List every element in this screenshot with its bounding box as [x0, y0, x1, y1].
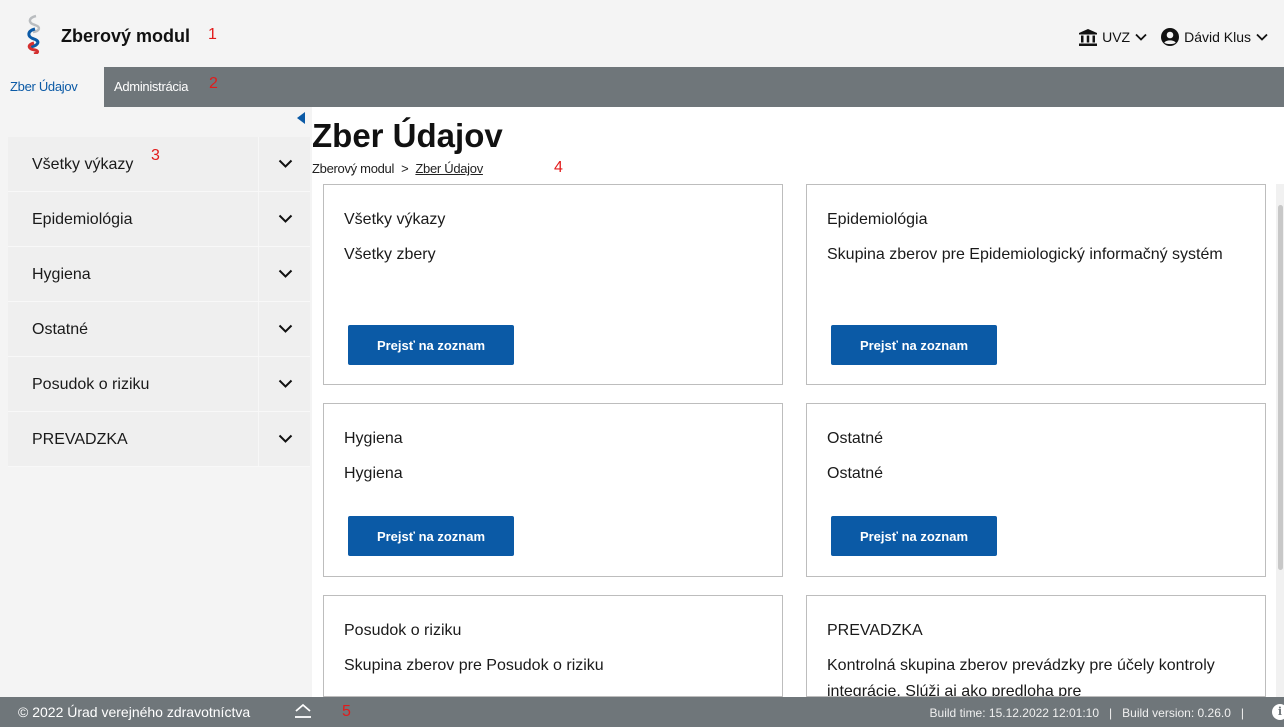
card-epidemiologia: Epidemiológia Skupina zberov pre Epidemi… — [806, 184, 1266, 385]
page-title: Zber Údajov — [312, 117, 503, 154]
go-to-list-button[interactable]: Prejsť na zoznam — [831, 516, 997, 556]
divider — [258, 357, 259, 411]
divider: | — [1240, 706, 1244, 720]
build-version: Build version: 0.26.0 — [1122, 706, 1231, 720]
divider — [258, 192, 259, 246]
card-hygiena: Hygiena Hygiena Prejsť na zoznam — [323, 403, 783, 577]
go-to-list-button[interactable]: Prejsť na zoznam — [348, 516, 514, 556]
scrollbar-thumb[interactable] — [1278, 205, 1283, 570]
divider: | — [1109, 706, 1113, 720]
chevron-down-icon[interactable] — [278, 159, 293, 169]
app-logo-icon[interactable] — [22, 14, 46, 54]
sidebar-item-vsetky-vykazy[interactable]: Všetky výkazy 3 — [8, 137, 310, 192]
app-header: Zberový modul 1 UVZ Dávid Klus — [0, 0, 1284, 67]
chevron-down-icon[interactable] — [278, 324, 293, 334]
card-title: PREVADZKA — [827, 622, 923, 639]
card-title: Epidemiológia — [827, 211, 928, 228]
organization-dropdown[interactable]: UVZ — [1079, 28, 1147, 46]
card-prevadzka: PREVADZKA Kontrolná skupina zberov prevá… — [806, 595, 1266, 697]
sidebar-menu: Všetky výkazy 3 Epidemiológia Hygiena Os… — [8, 137, 310, 467]
building-columns-icon — [1079, 28, 1098, 46]
sidebar-item-label: PREVADZKA — [32, 431, 128, 448]
card-title: Všetky výkazy — [344, 211, 446, 228]
breadcrumb: Zberový modul > Zber Údajov — [312, 161, 483, 176]
tab-administracia[interactable]: Administrácia — [104, 67, 198, 107]
go-to-list-button[interactable]: Prejsť na zoznam — [348, 325, 514, 365]
chevron-down-icon[interactable] — [278, 379, 293, 389]
main-nav: Zber Údajov Administrácia 2 — [0, 67, 1284, 107]
user-circle-icon — [1161, 28, 1180, 46]
breadcrumb-separator: > — [401, 161, 409, 176]
card-title: Ostatné — [827, 430, 884, 447]
divider — [258, 137, 259, 191]
chevron-down-icon[interactable] — [278, 434, 293, 444]
divider — [258, 302, 259, 356]
sidebar-item-epidemiologia[interactable]: Epidemiológia — [8, 192, 310, 247]
breadcrumb-current[interactable]: Zber Údajov — [415, 161, 483, 176]
go-to-list-button[interactable]: Prejsť na zoznam — [831, 325, 997, 365]
sidebar-collapse-icon[interactable] — [297, 112, 305, 124]
sidebar-item-label: Ostatné — [32, 321, 89, 338]
sidebar-item-prevadzka[interactable]: PREVADZKA — [8, 412, 310, 467]
chevron-up-icon[interactable] — [293, 702, 313, 720]
sidebar-item-ostatne[interactable]: Ostatné — [8, 302, 310, 357]
annotation-number: 2 — [209, 75, 218, 92]
divider — [258, 247, 259, 301]
user-menu[interactable]: Dávid Klus — [1161, 28, 1268, 46]
sidebar-item-label: Všetky výkazy — [32, 156, 134, 173]
sidebar: Všetky výkazy 3 Epidemiológia Hygiena Os… — [0, 107, 312, 697]
chevron-down-icon[interactable] — [278, 214, 293, 224]
card-vsetky-vykazy: Všetky výkazy Všetky zbery Prejsť na zoz… — [323, 184, 783, 385]
sidebar-item-posudok-o-riziku[interactable]: Posudok o riziku — [8, 357, 310, 412]
card-title: Posudok o riziku — [344, 622, 462, 639]
annotation-number: 1 — [208, 26, 217, 43]
breadcrumb-root[interactable]: Zberový modul — [312, 161, 394, 176]
tab-zber-udajov[interactable]: Zber Údajov — [0, 67, 104, 107]
info-icon[interactable]: i — [1272, 704, 1284, 720]
card-description: Ostatné — [827, 465, 884, 482]
chevron-down-icon — [1135, 33, 1147, 41]
app-title[interactable]: Zberový modul — [61, 26, 190, 47]
sidebar-item-label: Posudok o riziku — [32, 376, 150, 393]
header-actions: UVZ Dávid Klus — [1065, 28, 1268, 46]
organization-label: UVZ — [1102, 29, 1131, 45]
user-name: Dávid Klus — [1184, 29, 1251, 45]
card-description: Skupina zberov pre Posudok o riziku — [344, 657, 604, 674]
card-posudok-o-riziku: Posudok o riziku Skupina zberov pre Posu… — [323, 595, 783, 697]
chevron-down-icon — [1256, 33, 1268, 41]
card-description: Všetky zbery — [344, 246, 436, 263]
annotation-number: 5 — [342, 703, 351, 720]
card-ostatne: Ostatné Ostatné Prejsť na zoznam — [806, 403, 1266, 577]
divider — [258, 412, 259, 466]
card-description: Hygiena — [344, 465, 403, 482]
annotation-number: 4 — [554, 159, 563, 176]
chevron-down-icon[interactable] — [278, 269, 293, 279]
card-description: Kontrolná skupina zberov prevádzky pre ú… — [827, 657, 1215, 697]
footer: © 2022 Úrad verejného zdravotníctva 5 Bu… — [0, 697, 1284, 727]
copyright-text: © 2022 Úrad verejného zdravotníctva — [18, 704, 251, 720]
card-description: Skupina zberov pre Epidemiologický infor… — [827, 246, 1223, 263]
sidebar-item-hygiena[interactable]: Hygiena — [8, 247, 310, 302]
card-title: Hygiena — [344, 430, 403, 447]
build-time: Build time: 15.12.2022 12:01:10 — [929, 706, 1100, 720]
sidebar-item-label: Epidemiológia — [32, 211, 133, 228]
build-info: Build time: 15.12.2022 12:01:10 | Build ve… — [930, 706, 1254, 720]
annotation-number: 3 — [151, 147, 160, 164]
sidebar-item-label: Hygiena — [32, 266, 91, 283]
